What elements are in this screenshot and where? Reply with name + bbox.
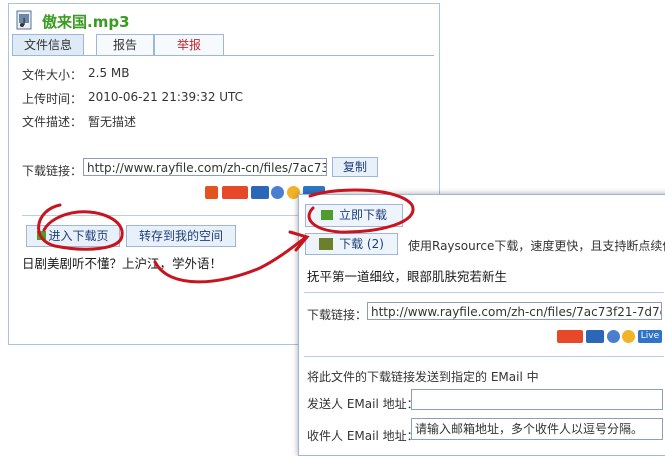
qq-icon[interactable] bbox=[622, 330, 635, 343]
popup-link-label: 下载链接： bbox=[307, 308, 368, 322]
msn-icon[interactable] bbox=[271, 186, 284, 199]
copy-button[interactable]: 复制 bbox=[332, 157, 378, 177]
xiaonei-icon[interactable] bbox=[251, 186, 269, 199]
popup-link-input[interactable]: http://www.rayfile.com/zh-cn/files/7ac73… bbox=[367, 302, 662, 320]
arrow-down-icon bbox=[37, 231, 47, 240]
kaixin-icon[interactable] bbox=[557, 330, 583, 343]
upload-time-label: 上传时间： bbox=[22, 92, 83, 106]
download-arrow-icon bbox=[320, 210, 333, 220]
download-link-input[interactable]: http://www.rayfile.com/zh-cn/files/7ac73… bbox=[83, 158, 327, 176]
raysource-download-button[interactable]: 下载 (2) bbox=[305, 233, 398, 255]
size-value: 2.5 MB bbox=[88, 66, 130, 80]
tab-report[interactable]: 报告 bbox=[96, 34, 154, 55]
kaixin-icon[interactable] bbox=[222, 186, 248, 199]
raysource-icon bbox=[319, 238, 334, 250]
file-title: 傲来国.mp3 bbox=[42, 13, 130, 31]
upload-time-value: 2010-06-21 21:39:32 UTC bbox=[88, 90, 244, 104]
tab-divider bbox=[12, 55, 434, 56]
xiaonei-icon[interactable] bbox=[586, 330, 604, 343]
enter-download-page-button[interactable]: 进入下载页 bbox=[26, 225, 120, 247]
popup-divider-1 bbox=[304, 292, 664, 293]
size-label: 文件大小： bbox=[22, 68, 83, 82]
tab-abuse[interactable]: 举报 bbox=[154, 34, 224, 55]
sender-email-label: 发送人 EMail 地址： bbox=[307, 397, 419, 411]
msn-icon[interactable] bbox=[607, 330, 620, 343]
description-label: 文件描述： bbox=[22, 115, 83, 129]
sender-email-input[interactable] bbox=[411, 389, 663, 410]
raysource-text: 使用Raysource下载，速度更快，且支持断点续传 bbox=[408, 239, 665, 253]
recipient-email-label: 收件人 EMail 地址： bbox=[307, 429, 419, 443]
audio-file-icon bbox=[16, 10, 32, 30]
download-now-button[interactable]: 立即下载 bbox=[305, 204, 403, 227]
promo-link[interactable]: 抚平第一道细纹，眼部肌肤宛若新生 bbox=[307, 266, 507, 285]
download-link-label: 下载链接： bbox=[22, 164, 83, 178]
live-icon[interactable]: Live bbox=[638, 330, 662, 343]
ad-link[interactable]: 日剧美剧听不懂？上沪江，学外语！ bbox=[22, 253, 222, 272]
taobao-icon[interactable] bbox=[205, 186, 218, 199]
popup-divider-2 bbox=[304, 356, 664, 357]
description-value: 暂无描述 bbox=[88, 115, 137, 129]
tab-file-info[interactable]: 文件信息 bbox=[12, 34, 84, 55]
send-instruction: 将此文件的下载链接发送到指定的 EMail 中 bbox=[307, 370, 539, 384]
divider bbox=[22, 215, 300, 216]
save-to-space-button[interactable]: 转存到我的空间 bbox=[126, 225, 236, 247]
recipient-email-input[interactable]: 请输入邮箱地址，多个收件人以逗号分隔。 bbox=[411, 418, 663, 440]
